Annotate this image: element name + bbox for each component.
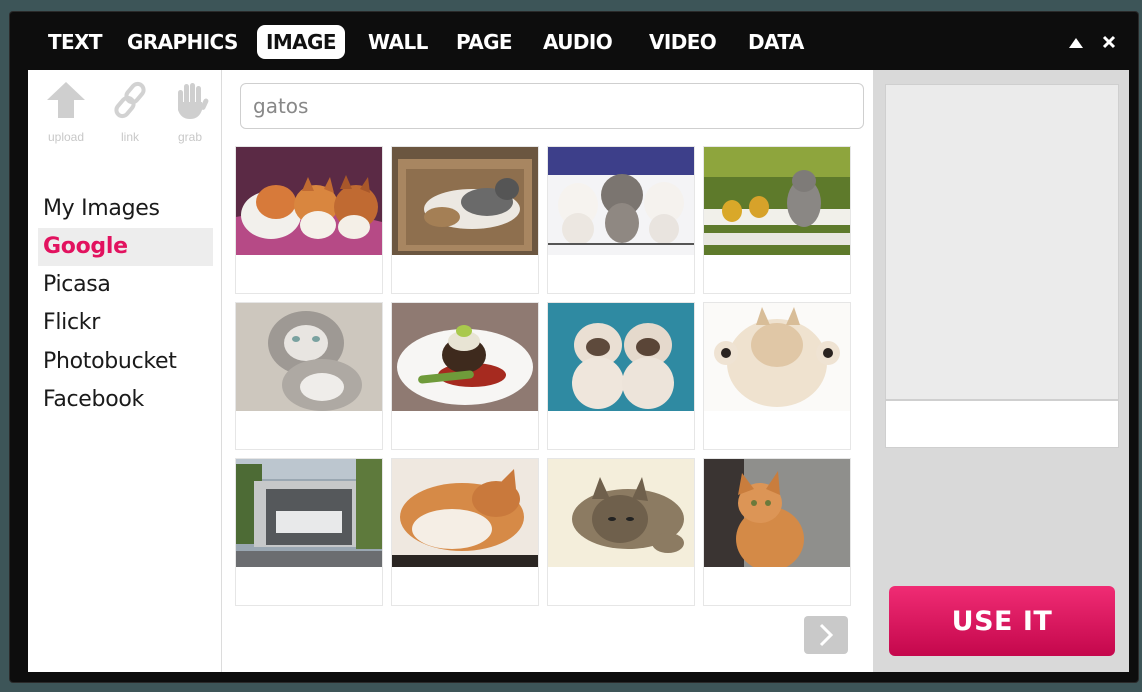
result-thumbnail[interactable] [235, 458, 383, 606]
source-google[interactable]: Google [38, 228, 213, 266]
chain-link-icon [114, 81, 146, 119]
minimize-button[interactable] [1068, 30, 1084, 55]
kitten-ducklings-image [704, 147, 850, 255]
upload-arrow-icon [47, 82, 85, 118]
sleeping-kitten-image [392, 459, 538, 567]
tab-graphics[interactable]: GRAPHICS [118, 25, 247, 59]
source-my-images[interactable]: My Images [38, 190, 213, 228]
image-preview [885, 84, 1119, 400]
cat-box-image [392, 147, 538, 255]
kittens-blanket-image [236, 147, 382, 255]
tab-data[interactable]: DATA [739, 25, 813, 59]
result-thumbnail[interactable] [235, 302, 383, 450]
next-page-button[interactable] [804, 616, 848, 654]
up-triangle-icon [1069, 38, 1083, 48]
dialog-body: upload link grab My Images Google Picasa… [28, 70, 1129, 672]
image-dialog: TEXT GRAPHICS IMAGE WALL PAGE AUDIO VIDE… [10, 12, 1138, 682]
hand-icon [178, 83, 209, 119]
fluffy-kittens-image [236, 303, 382, 411]
source-flickr[interactable]: Flickr [38, 304, 213, 342]
source-sidebar: upload link grab My Images Google Picasa… [28, 70, 222, 672]
himalayan-kittens-image [548, 303, 694, 411]
food-plate-image [392, 303, 538, 411]
upload-button[interactable]: upload [38, 80, 94, 144]
close-button[interactable] [1102, 30, 1116, 55]
tab-page[interactable]: PAGE [447, 25, 521, 59]
link-button[interactable]: link [102, 80, 158, 144]
result-thumbnail[interactable] [703, 146, 851, 294]
orange-cat-image [704, 459, 850, 567]
grab-label: grab [177, 130, 203, 144]
results-panel [222, 70, 873, 672]
storefront-image [236, 459, 382, 567]
three-kittens-blue-image [548, 147, 694, 255]
caption-input[interactable] [885, 400, 1119, 448]
tab-text[interactable]: TEXT [39, 25, 111, 59]
result-thumbnail[interactable] [703, 302, 851, 450]
result-thumbnail[interactable] [391, 146, 539, 294]
source-facebook[interactable]: Facebook [38, 381, 213, 419]
tabby-kitten-image [548, 459, 694, 567]
tab-video[interactable]: VIDEO [640, 25, 725, 59]
grab-button[interactable]: grab [162, 80, 218, 144]
tab-bar: TEXT GRAPHICS IMAGE WALL PAGE AUDIO VIDE… [10, 12, 1138, 70]
tab-image[interactable]: IMAGE [257, 25, 345, 59]
link-label: link [120, 130, 139, 144]
search-input[interactable] [240, 83, 864, 129]
preview-panel: USE IT [873, 70, 1129, 672]
close-icon [1102, 35, 1116, 49]
chevron-right-icon [819, 623, 834, 647]
upload-label: upload [47, 130, 85, 144]
result-thumbnail[interactable] [547, 146, 695, 294]
kitten-paws-up-image [704, 303, 850, 411]
source-picasa[interactable]: Picasa [38, 266, 213, 304]
result-thumbnail[interactable] [703, 458, 851, 606]
use-it-button[interactable]: USE IT [889, 586, 1115, 656]
result-thumbnail[interactable] [391, 302, 539, 450]
tab-audio[interactable]: AUDIO [534, 25, 621, 59]
result-thumbnail[interactable] [235, 146, 383, 294]
result-thumbnail[interactable] [547, 302, 695, 450]
tab-wall[interactable]: WALL [359, 25, 437, 59]
result-thumbnail[interactable] [391, 458, 539, 606]
result-thumbnail[interactable] [547, 458, 695, 606]
source-photobucket[interactable]: Photobucket [38, 343, 213, 381]
